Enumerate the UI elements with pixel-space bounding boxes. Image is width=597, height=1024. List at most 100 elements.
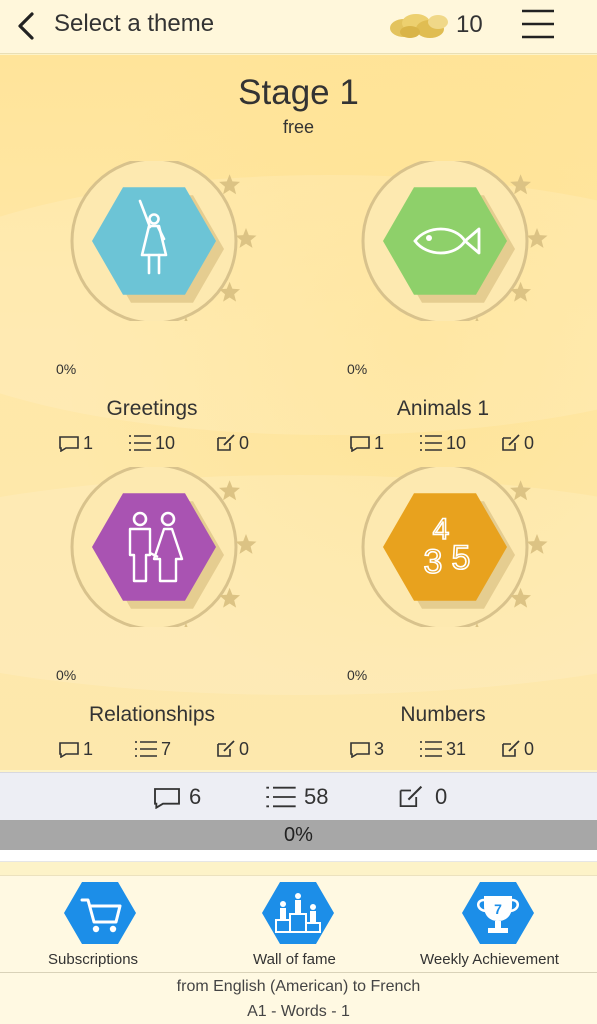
list-icon <box>420 741 442 757</box>
theme-name: Numbers <box>400 703 486 726</box>
svg-text:5: 5 <box>452 539 471 577</box>
words-stat: 7 <box>134 737 171 761</box>
edit-icon <box>217 434 235 451</box>
lessons-count: 1 <box>83 738 94 759</box>
theme-stats: 3 31 0 <box>349 737 569 761</box>
star-icon <box>235 534 257 554</box>
tests-count: 0 <box>524 738 535 759</box>
stage-title: Stage 1 <box>238 73 359 112</box>
theme-card-numbers[interactable]: 435 0% Numbers 3 31 0 <box>343 467 597 759</box>
words-stat: 10 <box>419 431 466 455</box>
lessons-stat: 1 <box>58 431 93 455</box>
nav-subscriptions[interactable]: Subscriptions <box>44 876 156 971</box>
svg-text:3: 3 <box>424 543 443 581</box>
bottom-nav: Subscriptions Wall of fame 7 Weekly Achi… <box>0 875 597 1024</box>
theme-badge <box>361 161 548 321</box>
words-count: 10 <box>446 432 467 453</box>
theme-progress-percent: 0% <box>347 667 368 683</box>
tests-count: 0 <box>239 738 250 759</box>
nav-label: Wall of fame <box>253 951 336 968</box>
star-icon <box>235 228 257 248</box>
theme-stats: 1 7 0 <box>58 737 278 761</box>
theme-badge <box>70 467 257 627</box>
list-icon <box>266 786 296 808</box>
shopping-cart-icon <box>64 882 136 944</box>
list-icon <box>129 435 151 451</box>
lessons-count: 1 <box>83 432 94 453</box>
theme-badge <box>70 161 257 321</box>
star-icon <box>526 228 548 248</box>
edit-icon <box>217 740 235 757</box>
list-icon <box>135 741 157 757</box>
book-icon <box>59 742 79 758</box>
book-icon <box>154 788 180 809</box>
theme-progress-percent: 0% <box>56 667 77 683</box>
top-bar: Select a theme 10 <box>0 0 597 54</box>
lessons-stat: 1 <box>349 431 384 455</box>
nav-label: Weekly Achievement <box>420 951 559 968</box>
theme-name: Animals 1 <box>396 397 490 420</box>
lessons-stat: 1 <box>58 737 93 761</box>
star-icon <box>219 480 240 501</box>
total-lessons-count: 6 <box>189 784 202 809</box>
total-lessons: 6 <box>152 784 202 809</box>
lessons-stat: 3 <box>349 737 384 761</box>
star-icon <box>526 534 548 554</box>
star-icon <box>510 174 531 195</box>
progress-divider <box>0 850 597 862</box>
star-icon <box>510 480 531 501</box>
words-count: 10 <box>155 432 176 453</box>
words-count: 7 <box>161 738 172 759</box>
book-icon <box>350 742 370 758</box>
theme-progress-percent: 0% <box>347 361 368 377</box>
total-tests-count: 0 <box>435 784 448 809</box>
podium-icon <box>262 882 334 944</box>
trophy-icon: 7 <box>462 882 534 944</box>
theme-name: Relationships <box>88 703 216 726</box>
theme-card-animals-1[interactable]: 0% Animals 1 1 10 0 <box>343 161 597 453</box>
total-words: 58 <box>265 784 329 809</box>
total-tests: 0 <box>398 784 448 809</box>
theme-card-greetings[interactable]: 0% Greetings 1 10 0 <box>52 161 322 453</box>
gold-coins-icon <box>390 14 448 38</box>
theme-card-relationships[interactable]: 0% Relationships 1 7 0 <box>52 467 322 759</box>
stage-subtitle: free <box>282 117 315 137</box>
edit-icon <box>502 740 520 757</box>
theme-badge: 43 5 <box>361 467 548 627</box>
hamburger-menu-icon[interactable] <box>520 6 556 42</box>
tests-count: 0 <box>239 432 250 453</box>
footer-divider <box>0 972 597 973</box>
nav-wall-of-fame[interactable]: Wall of fame <box>250 876 350 971</box>
coin-count: 10 <box>456 11 483 38</box>
overall-progress-bar: 0% <box>0 820 597 850</box>
stage-area: Stage 1 free 0% Greetings 1 10 0 0% Anim… <box>0 55 597 770</box>
total-words-count: 58 <box>304 784 329 809</box>
words-stat: 31 <box>419 737 466 761</box>
edit-icon <box>502 434 520 451</box>
star-icon <box>219 174 240 195</box>
words-count: 31 <box>446 738 467 759</box>
page-title: Select a theme <box>54 10 215 37</box>
list-icon <box>420 435 442 451</box>
book-icon <box>59 436 79 452</box>
totals-bar: 6 58 0 <box>0 772 597 820</box>
course-language: from English (American) to French <box>176 978 421 995</box>
theme-stats: 1 10 0 <box>349 431 569 455</box>
trophy-badge: 7 <box>494 901 502 917</box>
tests-stat: 0 <box>216 737 249 761</box>
course-level: A1 - Words - 1 <box>247 1003 350 1020</box>
svg-text:4: 4 <box>433 513 450 546</box>
theme-name: Greetings <box>106 397 198 420</box>
progress-label: 0% <box>284 824 313 846</box>
lessons-count: 3 <box>374 738 385 759</box>
edit-icon <box>399 785 423 808</box>
nav-weekly-achievement[interactable]: 7 Weekly Achievement <box>418 876 578 971</box>
theme-progress-percent: 0% <box>56 361 77 377</box>
chevron-left-icon[interactable] <box>14 10 40 42</box>
tests-count: 0 <box>524 432 535 453</box>
book-icon <box>350 436 370 452</box>
theme-stats: 1 10 0 <box>58 431 278 455</box>
nav-label: Subscriptions <box>48 951 139 968</box>
tests-stat: 0 <box>501 431 534 455</box>
tests-stat: 0 <box>216 431 249 455</box>
